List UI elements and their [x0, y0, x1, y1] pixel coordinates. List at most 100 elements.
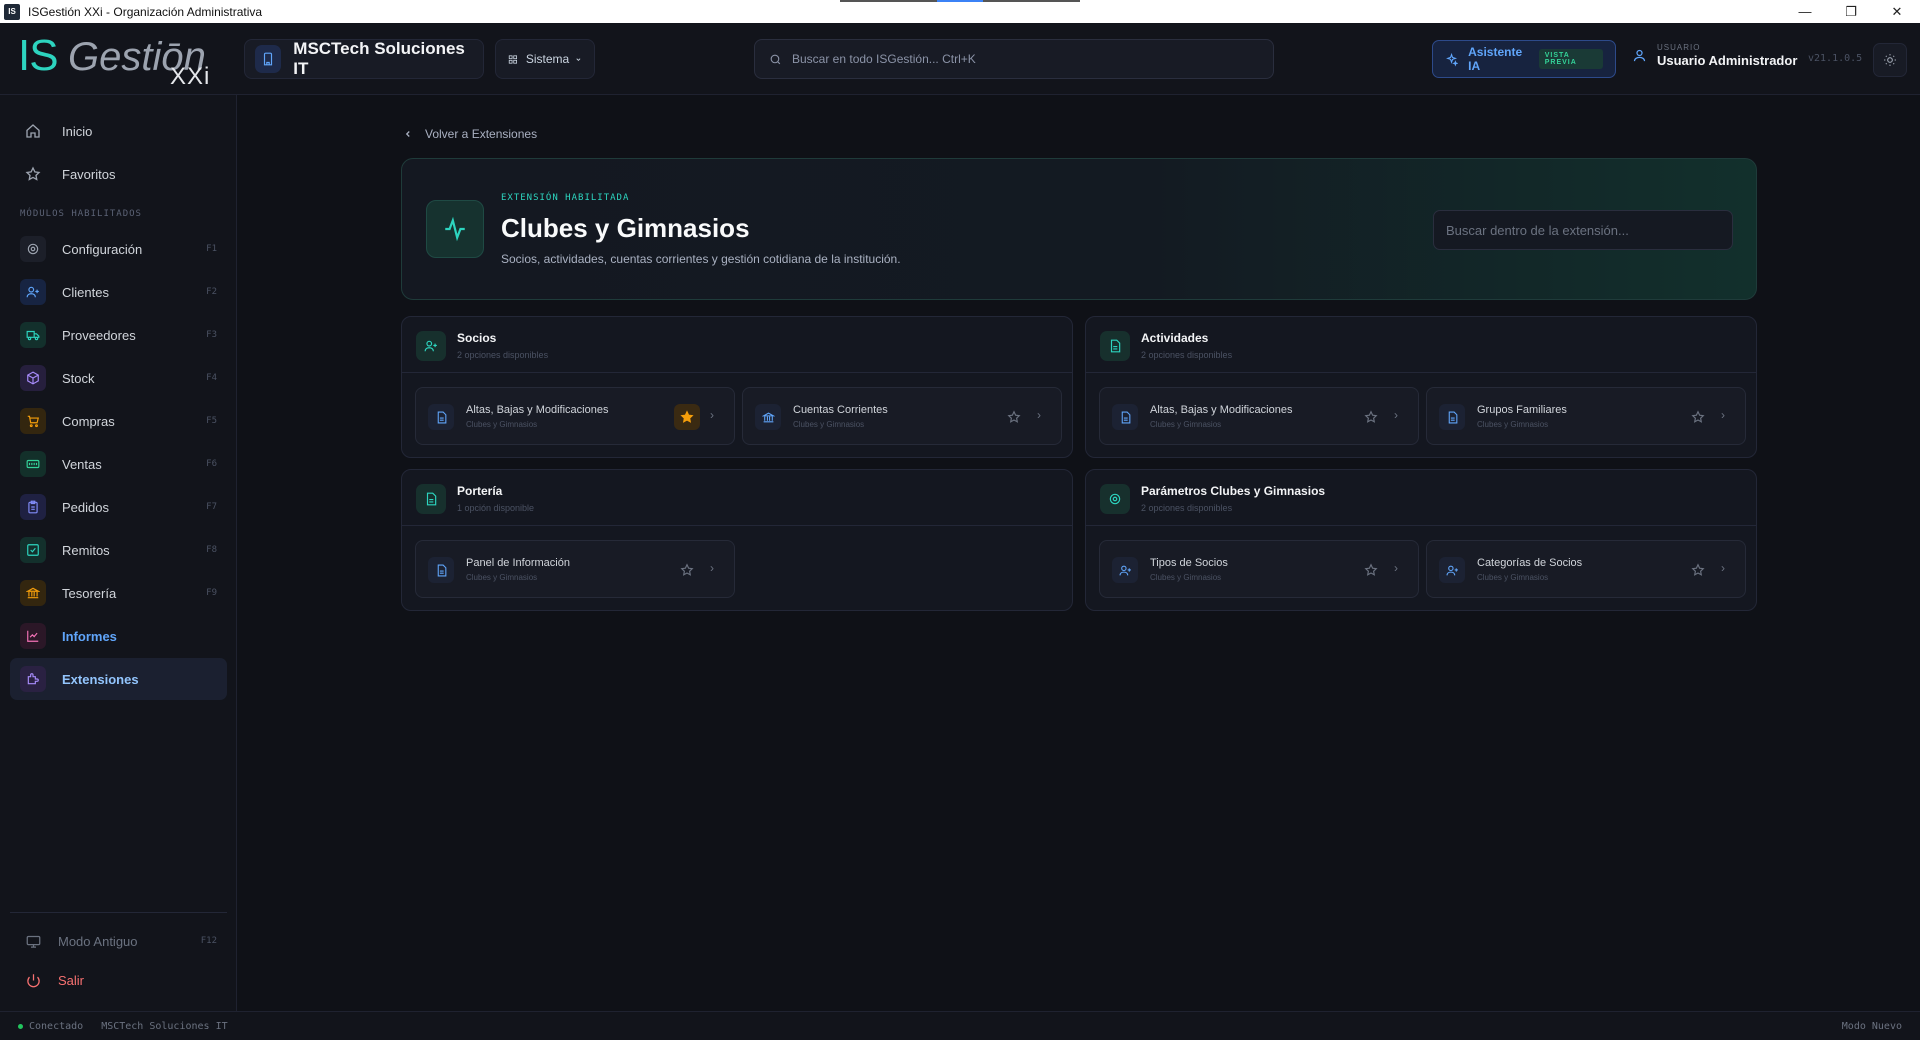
- sidebar-divider: [10, 912, 227, 913]
- option-card[interactable]: Cuentas Corrientes Clubes y Gimnasios ›: [742, 387, 1062, 445]
- chevron-right-icon: ›: [1037, 408, 1041, 422]
- option-title: Altas, Bajas y Modificaciones: [1150, 404, 1293, 416]
- monitor-icon: [20, 928, 46, 954]
- bank-icon: [20, 580, 46, 606]
- favorite-star-icon[interactable]: [674, 557, 700, 583]
- sidebar-item-label: Inicio: [62, 123, 93, 139]
- sidebar-item-label: Proveedores: [62, 327, 136, 343]
- sidebar-item-ventas[interactable]: Ventas F6: [10, 444, 227, 484]
- option-card[interactable]: Panel de Información Clubes y Gimnasios …: [415, 540, 735, 598]
- sidebar-item-proveedores[interactable]: Proveedores F3: [10, 315, 227, 355]
- user-name: Usuario Administrador: [1657, 53, 1798, 68]
- app-icon: IS: [4, 3, 20, 20]
- sidebar-item-informes[interactable]: Informes: [10, 616, 227, 656]
- extension-search-input[interactable]: Buscar dentro de la extensión...: [1433, 210, 1733, 250]
- sidebar-item-extensiones[interactable]: Extensiones: [10, 658, 227, 700]
- sidebar-item-tesoreria[interactable]: Tesorería F9: [10, 573, 227, 613]
- chevron-right-icon: ›: [1721, 408, 1725, 422]
- status-mode: Modo Nuevo: [1841, 1020, 1902, 1032]
- sun-icon: [1884, 54, 1896, 66]
- status-company: MSCTech Soluciones IT: [101, 1020, 228, 1032]
- sidebar-item-label: Remitos: [62, 542, 110, 558]
- app-version: v21.1.0.5: [1808, 53, 1863, 64]
- cart-icon: [20, 408, 46, 434]
- sidebar-item-label: Favoritos: [62, 166, 116, 182]
- document-icon: [1439, 404, 1465, 430]
- sistema-menu-button[interactable]: Sistema: [495, 39, 595, 79]
- sidebar-item-configuracion[interactable]: Configuración F1: [10, 229, 227, 269]
- option-subtitle: Clubes y Gimnasios: [793, 420, 865, 429]
- truck-icon: [20, 322, 46, 348]
- bank-icon: [755, 404, 781, 430]
- sidebar-item-label: Clientes: [62, 284, 109, 300]
- sidebar-item-label: Ventas: [62, 456, 102, 472]
- chevron-right-icon: ›: [710, 561, 714, 575]
- sidebar: Inicio Favoritos MÓDULOS HABILITADOS Con…: [0, 95, 237, 1011]
- user-menu[interactable]: USUARIO Usuario Administrador: [1632, 43, 1797, 68]
- group-header: Actividades 2 opciones disponibles: [1086, 317, 1756, 373]
- extension-hero: EXTENSIÓN HABILITADA Clubes y Gimnasios …: [401, 158, 1757, 300]
- option-card[interactable]: Altas, Bajas y Modificaciones Clubes y G…: [1099, 387, 1419, 445]
- page-title: Clubes y Gimnasios: [501, 213, 750, 243]
- option-card[interactable]: Categorías de Socios Clubes y Gimnasios …: [1426, 540, 1746, 598]
- chevron-right-icon: ›: [1394, 408, 1398, 422]
- sidebar-item-favoritos[interactable]: Favoritos: [10, 154, 227, 194]
- sidebar-item-stock[interactable]: Stock F4: [10, 358, 227, 398]
- favorite-star-icon[interactable]: [1001, 404, 1027, 430]
- sidebar-item-label: Configuración: [62, 241, 143, 257]
- sidebar-item-label: Extensiones: [62, 671, 139, 687]
- shortcut-key: F1: [206, 244, 217, 254]
- global-search-input[interactable]: Buscar en todo ISGestión... Ctrl+K: [754, 39, 1274, 79]
- preview-badge: VISTA PREVIA: [1538, 49, 1604, 69]
- theme-toggle-button[interactable]: [1873, 43, 1907, 77]
- option-title: Altas, Bajas y Modificaciones: [466, 404, 609, 416]
- group-title: Socios: [457, 331, 497, 345]
- sidebar-item-label: Informes: [62, 628, 117, 644]
- chevron-down-icon: [576, 57, 581, 61]
- option-card[interactable]: Altas, Bajas y Modificaciones Clubes y G…: [415, 387, 735, 445]
- gear-icon: [20, 236, 46, 262]
- favorite-star-icon[interactable]: [1685, 404, 1711, 430]
- sidebar-item-pedidos[interactable]: Pedidos F7: [10, 487, 227, 527]
- sidebar-item-inicio[interactable]: Inicio: [10, 111, 227, 151]
- sidebar-item-remitos[interactable]: Remitos F8: [10, 530, 227, 570]
- logo-xxi: XXi: [170, 63, 211, 90]
- check-square-icon: [20, 537, 46, 563]
- shortcut-key: F6: [206, 459, 217, 469]
- top-header: IS Gestiōn XXi MSCTech Soluciones IT Sis…: [0, 23, 1920, 95]
- sidebar-item-clientes[interactable]: Clientes F2: [10, 272, 227, 312]
- app-logo[interactable]: IS Gestiōn XXi: [18, 31, 218, 90]
- back-to-extensions-link[interactable]: Volver a Extensiones: [403, 127, 537, 141]
- document-icon: [416, 484, 446, 514]
- sidebar-item-modo-antiguo[interactable]: Modo Antiguo F12: [10, 921, 227, 961]
- favorite-star-icon[interactable]: [1685, 557, 1711, 583]
- group-title: Actividades: [1141, 331, 1209, 345]
- company-name: MSCTech Soluciones IT: [293, 39, 465, 78]
- user-icon: [1633, 49, 1646, 62]
- sidebar-item-salir[interactable]: Salir: [10, 960, 227, 1000]
- option-card[interactable]: Tipos de Socios Clubes y Gimnasios ›: [1099, 540, 1419, 598]
- option-title: Grupos Familiares: [1477, 404, 1567, 416]
- minimize-button[interactable]: —: [1782, 0, 1828, 23]
- group-header: Portería 1 opción disponible: [402, 470, 1072, 526]
- group-title: Parámetros Clubes y Gimnasios: [1141, 484, 1326, 498]
- grid-icon: [508, 54, 518, 64]
- company-selector[interactable]: MSCTech Soluciones IT: [244, 39, 484, 79]
- sidebar-item-compras[interactable]: Compras F5: [10, 401, 227, 441]
- ai-assistant-button[interactable]: Asistente IA VISTA PREVIA: [1432, 40, 1616, 78]
- option-card[interactable]: Grupos Familiares Clubes y Gimnasios ›: [1426, 387, 1746, 445]
- cash-register-icon: [20, 451, 46, 477]
- shortcut-key: F3: [206, 330, 217, 340]
- favorite-star-icon[interactable]: [674, 404, 700, 430]
- restore-button[interactable]: ❐: [1828, 0, 1874, 23]
- favorite-star-icon[interactable]: [1358, 557, 1384, 583]
- close-button[interactable]: ✕: [1874, 0, 1920, 23]
- star-icon: [20, 161, 46, 187]
- power-icon: [20, 967, 46, 993]
- favorite-star-icon[interactable]: [1358, 404, 1384, 430]
- group-subtitle: 2 opciones disponibles: [1141, 350, 1233, 360]
- clipboard-icon: [20, 494, 46, 520]
- ai-assistant-label: Asistente IA: [1468, 45, 1523, 73]
- page-description: Socios, actividades, cuentas corrientes …: [501, 252, 901, 266]
- option-subtitle: Clubes y Gimnasios: [466, 420, 538, 429]
